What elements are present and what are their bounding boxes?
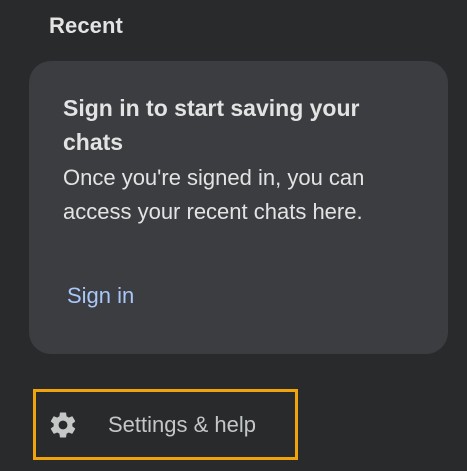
signin-card: Sign in to start saving your chats Once … — [29, 61, 448, 354]
signin-card-heading: Sign in to start saving your chats — [63, 95, 360, 155]
signin-card-body: Once you're signed in, you can access yo… — [63, 165, 365, 224]
gear-icon — [47, 409, 79, 441]
settings-help-label: Settings & help — [108, 411, 256, 437]
sign-in-link[interactable]: Sign in — [67, 283, 134, 309]
settings-help-button[interactable]: Settings & help — [33, 389, 298, 460]
recent-section-title: Recent — [49, 13, 123, 38]
